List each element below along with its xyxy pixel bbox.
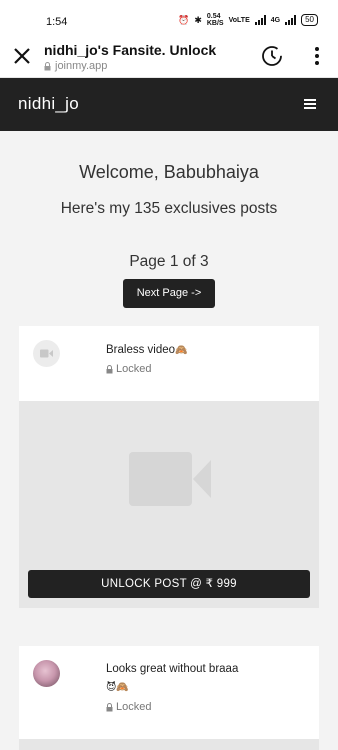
lock-icon — [44, 61, 51, 70]
network-speed: 0.54 KB/S — [207, 13, 224, 27]
post-title-text: Braless video — [106, 344, 176, 356]
speed-unit: KB/S — [206, 20, 224, 27]
bluetooth-icon: ✱ — [194, 14, 202, 25]
video-camera-icon — [40, 349, 53, 358]
welcome-heading: Welcome, Babubhaiya — [79, 162, 259, 182]
locked-media-placeholder[interactable] — [19, 739, 319, 750]
next-page-button[interactable]: Next Page -> — [123, 279, 215, 308]
speed-value: 0.54 — [206, 13, 221, 20]
lock-icon — [106, 364, 113, 373]
locked-media-placeholder[interactable]: UNLOCK POST @ ₹ 999 — [19, 401, 319, 608]
unlock-post-button[interactable]: UNLOCK POST @ ₹ 999 — [28, 570, 310, 598]
signal-icon — [254, 15, 266, 25]
url-text: joinmy.app — [55, 60, 108, 72]
video-camera-icon — [129, 452, 211, 506]
status-bar: 1:54 ⏰ ✱ 0.54 KB/S VoLTE 4G 50 — [0, 0, 338, 40]
lock-label: Locked — [116, 701, 152, 713]
hamburger-icon[interactable] — [304, 98, 316, 110]
lock-icon — [106, 702, 113, 711]
status-time: 1:54 — [46, 16, 68, 28]
volte-label: VoLTE — [228, 16, 250, 24]
lock-status: Locked — [106, 363, 151, 375]
lock-label: Locked — [116, 363, 152, 375]
site-navbar: nidhi_jo — [0, 78, 338, 131]
avatar — [33, 340, 60, 367]
battery-icon: 50 — [301, 14, 318, 26]
post-card: Braless video🙈 Locked UNLOCK POST @ ₹ 99… — [19, 326, 319, 608]
alarm-icon: ⏰ — [178, 14, 190, 25]
site-brand[interactable]: nidhi_jo — [18, 94, 79, 114]
page-indicator: Page 1 of 3 — [129, 253, 209, 270]
post-title: Braless video🙈 — [106, 344, 188, 356]
timer-icon[interactable] — [260, 44, 284, 68]
kebab-menu-icon[interactable] — [314, 46, 320, 66]
browser-toolbar: nidhi_jo's Fansite. Unlock joinmy.app — [0, 40, 338, 78]
avatar — [33, 660, 60, 687]
post-card: Looks great without braaa 😈🙈 Locked — [19, 646, 319, 750]
post-title-emoji: 🙈 — [175, 345, 188, 356]
close-icon[interactable] — [12, 46, 32, 66]
signal-icon-2 — [285, 15, 297, 25]
posts-subtitle: Here's my 135 exclusives posts — [60, 200, 278, 217]
network-type: 4G — [270, 16, 281, 24]
browser-url[interactable]: joinmy.app — [44, 60, 107, 72]
browser-title: nidhi_jo's Fansite. Unlock — [44, 42, 217, 58]
post-title: Looks great without braaa — [106, 663, 239, 675]
status-icons: ⏰ ✱ 0.54 KB/S VoLTE 4G 50 — [178, 13, 318, 27]
lock-status: Locked — [106, 701, 151, 713]
post-title-emoji: 😈🙈 — [106, 682, 129, 693]
